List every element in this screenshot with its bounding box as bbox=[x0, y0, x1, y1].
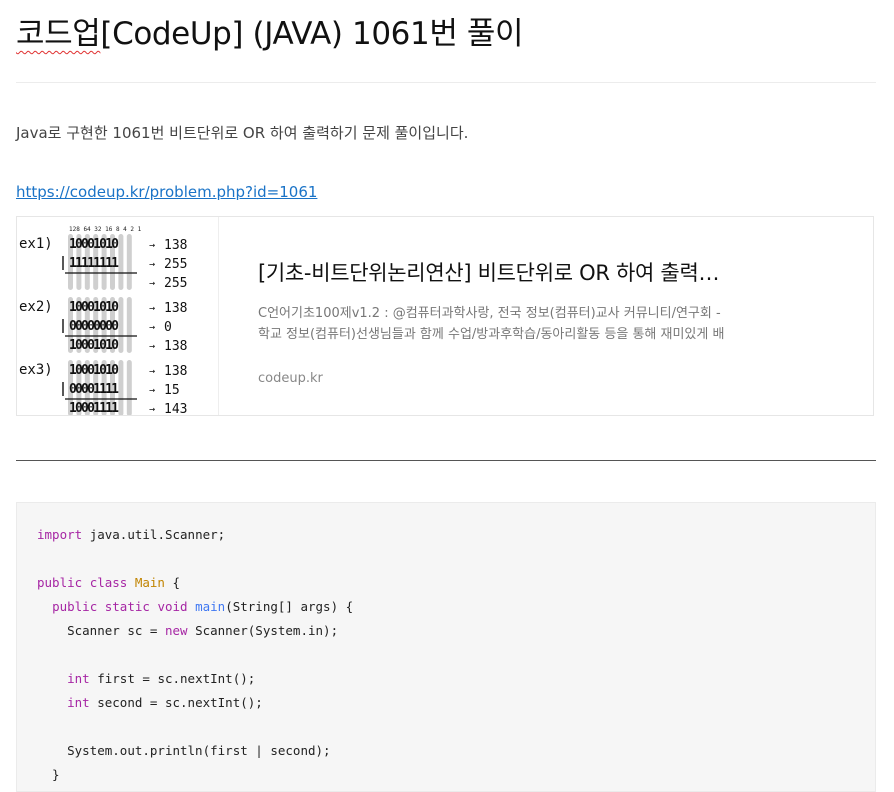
card-domain: codeup.kr bbox=[258, 371, 323, 386]
example-label: ex1) bbox=[19, 236, 53, 252]
arrow-icon: → bbox=[149, 385, 155, 396]
bit-column-stripe bbox=[126, 360, 132, 415]
bit-column-stripe bbox=[126, 297, 132, 353]
bit-column-stripe bbox=[126, 234, 132, 290]
card-description: C언어기초100제v1.2 : @컴퓨터과학사랑, 전국 정보(컴퓨터)교사 커… bbox=[258, 306, 725, 342]
bit-column-stripe bbox=[118, 297, 124, 353]
result-value: 138 bbox=[164, 238, 187, 253]
bit-row: 00001111 bbox=[69, 382, 119, 397]
result-value: 138 bbox=[164, 364, 187, 379]
code-line: public class Main { bbox=[37, 575, 181, 590]
code-line: import java.util.Scanner; bbox=[37, 527, 226, 542]
bit-row: 11111111 bbox=[69, 256, 119, 271]
bit-row: 10001010 bbox=[69, 338, 119, 353]
section-divider bbox=[16, 460, 876, 461]
bit-row: 10001010 bbox=[69, 237, 119, 252]
thumbnail-header: 128 64 32 16 8 4 2 1 bbox=[69, 226, 142, 233]
code-line: int first = sc.nextInt(); bbox=[67, 671, 256, 686]
link-preview-card[interactable]: 128 64 32 16 8 4 2 1 ex1) 10001010 → 138 1111… bbox=[16, 216, 874, 416]
arrow-icon: → bbox=[149, 322, 155, 333]
example-label: ex3) bbox=[19, 362, 53, 378]
bit-row: 00000000 bbox=[69, 319, 119, 334]
card-thumbnail: 128 64 32 16 8 4 2 1 ex1) 10001010 → 138 1111… bbox=[17, 217, 219, 415]
arrow-icon: → bbox=[149, 278, 155, 289]
problem-link[interactable]: https://codeup.kr/problem.php?id=1061 bbox=[16, 179, 317, 205]
result-value: 138 bbox=[164, 339, 187, 354]
bit-row: 10001010 bbox=[69, 300, 119, 315]
code-block: import java.util.Scanner; public class M… bbox=[16, 502, 876, 792]
result-value: 255 bbox=[164, 276, 187, 291]
bit-column-stripe bbox=[118, 234, 124, 290]
result-value: 15 bbox=[164, 383, 180, 398]
arrow-icon: → bbox=[149, 240, 155, 251]
code-line: System.out.println(first | second); bbox=[67, 743, 331, 758]
post-title-prefix: 코드업 bbox=[16, 16, 101, 52]
post-title: 코드업[CodeUp] (JAVA) 1061번 풀이 bbox=[16, 10, 524, 58]
code-line: } bbox=[37, 767, 60, 782]
title-divider bbox=[16, 82, 876, 83]
arrow-icon: → bbox=[149, 303, 155, 314]
code-line: Scanner sc = new Scanner(System.in); bbox=[67, 623, 339, 638]
arrow-icon: → bbox=[149, 259, 155, 270]
code-lines: import java.util.Scanner; public class M… bbox=[37, 523, 353, 787]
code-line: int second = sc.nextInt(); bbox=[67, 695, 263, 710]
result-value: 143 bbox=[164, 402, 187, 415]
bit-row: 10001010 bbox=[69, 363, 119, 378]
code-line: public static void main(String[] args) { bbox=[52, 599, 354, 614]
arrow-icon: → bbox=[149, 404, 155, 415]
result-value: 255 bbox=[164, 257, 187, 272]
bit-column-stripe bbox=[118, 360, 124, 415]
example-label: ex2) bbox=[19, 299, 53, 315]
card-title[interactable]: [기초-비트단위논리연산] 비트단위로 OR 하여 출력하기 bbox=[258, 257, 728, 289]
arrow-icon: → bbox=[149, 366, 155, 377]
post-title-rest: [CodeUp] (JAVA) 1061번 풀이 bbox=[100, 16, 524, 52]
intro-text: Java로 구현한 1061번 비트단위로 OR 하여 출력하기 문제 풀이입니… bbox=[16, 124, 469, 142]
bit-row: 10001111 bbox=[69, 401, 119, 415]
result-value: 138 bbox=[164, 301, 187, 316]
arrow-icon: → bbox=[149, 341, 155, 352]
result-value: 0 bbox=[164, 320, 172, 335]
